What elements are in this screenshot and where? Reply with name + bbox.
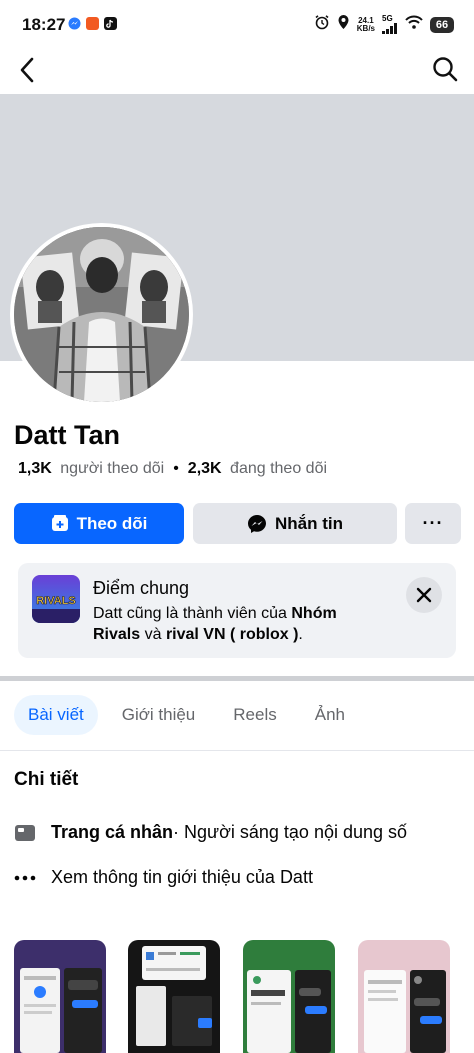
followers-link[interactable]: 1,3K người theo dõi xyxy=(18,460,164,478)
tab-posts[interactable]: Bài viết xyxy=(14,695,98,735)
status-time: 18:27 xyxy=(22,15,66,34)
messenger-notification-icon xyxy=(68,17,81,30)
featured-thumbnail-3[interactable] xyxy=(243,940,335,1053)
mutual-close-button[interactable] xyxy=(406,577,442,613)
avatar[interactable] xyxy=(14,227,189,402)
mutual-card[interactable]: RIVALS Điểm chung Datt cũng là thành viê… xyxy=(18,563,456,658)
alarm-icon xyxy=(314,14,330,35)
detail-page-type: Trang cá nhân · Người sáng tạo nội dung … xyxy=(14,822,407,843)
stats-separator: • xyxy=(173,460,179,477)
more-options-button[interactable]: ··· xyxy=(405,503,461,544)
featured-thumbnail-4[interactable] xyxy=(358,940,450,1053)
mutual-group-thumbnail: RIVALS xyxy=(32,575,80,623)
followers-label: người theo dõi xyxy=(60,460,165,477)
message-button[interactable]: Nhắn tin xyxy=(193,503,397,544)
mutual-text: Datt cũng là thành viên của Nhóm Rivals … xyxy=(93,605,337,643)
add-friend-icon xyxy=(51,514,68,531)
more-icon: ··· xyxy=(422,513,444,533)
following-link[interactable]: 2,3K đang theo dõi xyxy=(188,460,327,478)
about-link-label: Xem thông tin giới thiệu của Datt xyxy=(51,867,313,887)
search-icon xyxy=(433,57,458,82)
status-notification-icons xyxy=(68,17,117,30)
tabs-divider xyxy=(0,750,474,751)
messenger-icon xyxy=(248,514,266,533)
page-type-rest: · Người sáng tạo nội dung số xyxy=(173,822,408,842)
tab-reels[interactable]: Reels xyxy=(219,695,290,735)
mutual-title: Điểm chung xyxy=(93,578,190,598)
status-system-icons: 24.1 KB/s 5G 66 xyxy=(314,14,454,35)
profile-name: Datt Tan xyxy=(14,420,120,450)
follow-button[interactable]: Theo dõi xyxy=(14,503,184,544)
wifi-icon xyxy=(405,15,423,34)
network-speed: 24.1 KB/s xyxy=(356,15,375,33)
following-count: 2,3K xyxy=(187,460,222,477)
message-button-label: Nhắn tin xyxy=(275,513,343,533)
follow-button-label: Theo dõi xyxy=(76,513,148,533)
profile-stats: 1,3K người theo dõi • 2,3K đang theo dõi xyxy=(18,460,327,478)
section-divider xyxy=(0,676,474,681)
more-horizontal-icon xyxy=(14,875,36,881)
arrow-left-icon xyxy=(20,57,34,83)
details-title: Chi tiết xyxy=(14,769,79,790)
battery-indicator: 66 xyxy=(430,16,454,33)
page-type-bold: Trang cá nhân xyxy=(51,822,174,842)
mutual-thumb-text: RIVALS xyxy=(36,595,76,607)
shopping-app-notification-icon xyxy=(86,17,99,30)
search-button[interactable] xyxy=(432,56,458,82)
tiktok-notification-icon xyxy=(104,17,117,30)
featured-thumbnail-2[interactable] xyxy=(128,940,220,1053)
about-link[interactable]: Xem thông tin giới thiệu của Datt xyxy=(14,867,313,888)
location-icon xyxy=(337,14,350,35)
profile-tabs: Bài viết Giới thiệu Reels Ảnh xyxy=(14,695,369,735)
following-label: đang theo dõi xyxy=(230,460,328,477)
tab-photos[interactable]: Ảnh xyxy=(301,695,359,735)
cellular-signal-icon: 5G xyxy=(382,15,398,34)
status-bar: 18:27 24.1 KB/s 5G 66 xyxy=(0,0,474,48)
featured-thumbnail-1[interactable] xyxy=(14,940,106,1053)
tab-about[interactable]: Giới thiệu xyxy=(108,695,210,735)
back-button[interactable] xyxy=(14,56,42,84)
followers-count: 1,3K xyxy=(18,460,52,477)
close-icon xyxy=(416,587,432,603)
page-icon xyxy=(14,824,36,842)
mutual-group-link-2[interactable]: rival VN ( roblox ) xyxy=(166,626,298,643)
